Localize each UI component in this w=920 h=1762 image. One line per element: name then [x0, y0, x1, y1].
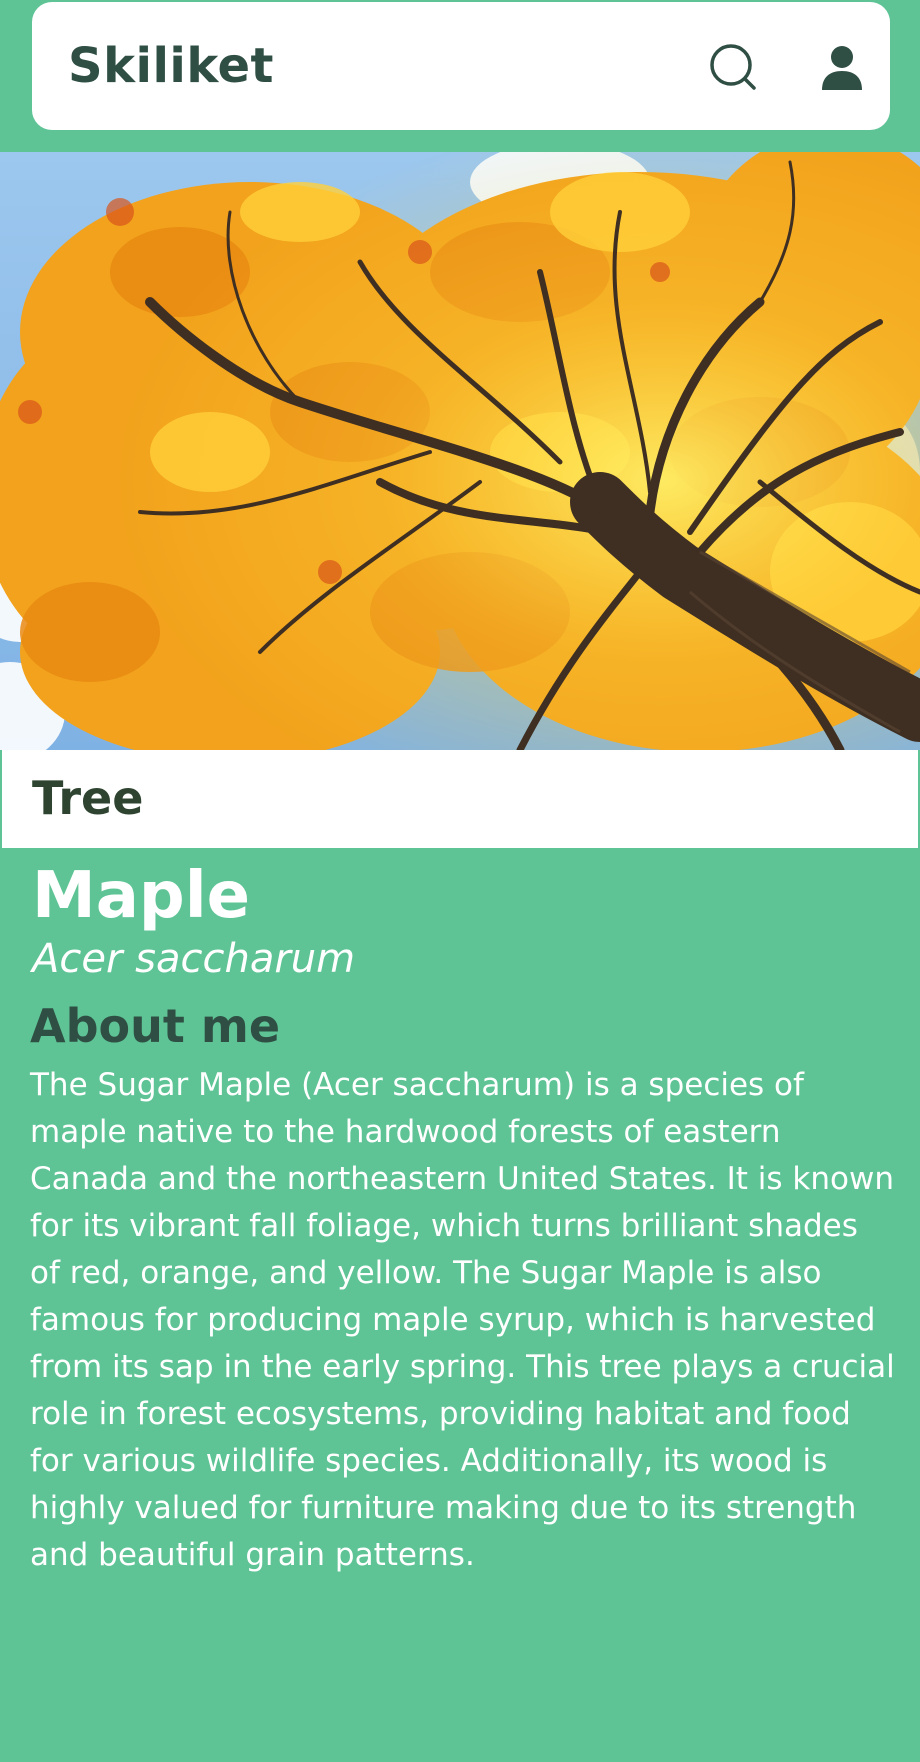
- maple-canopy-photo: [0, 152, 920, 750]
- header-card: Skiliket: [32, 2, 890, 130]
- account-button[interactable]: [812, 38, 872, 98]
- plant-scientific-name: Acer saccharum: [32, 936, 356, 982]
- search-button[interactable]: [704, 38, 764, 98]
- brand-title[interactable]: Skiliket: [68, 38, 274, 94]
- plant-type-label: Tree: [32, 771, 144, 825]
- plant-type-band: Tree: [2, 750, 918, 848]
- user-icon: [822, 46, 862, 90]
- search-icon: [710, 44, 756, 90]
- plant-hero-image: [0, 152, 920, 750]
- about-description: The Sugar Maple (Acer saccharum) is a sp…: [30, 1067, 895, 1573]
- app-header: Skiliket: [0, 0, 920, 152]
- about-heading: About me: [30, 999, 281, 1053]
- plant-detail-screen: Skiliket Tree Maple Acer saccharum About…: [0, 0, 920, 1762]
- plant-common-name: Maple: [32, 859, 251, 933]
